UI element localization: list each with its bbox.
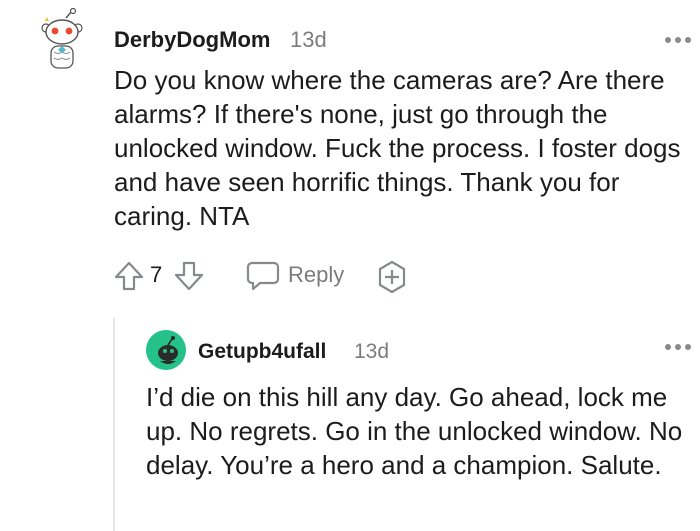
award-button[interactable]	[374, 259, 410, 295]
comment-age: 13d	[354, 340, 390, 363]
comment-body: I’d die on this hill any day. Go ahead, …	[146, 382, 683, 480]
upvote-button[interactable]	[112, 259, 146, 293]
downvote-arrow-icon	[174, 261, 204, 291]
avatar[interactable]	[36, 8, 88, 72]
comment-author[interactable]: Getupb4ufall	[198, 340, 326, 364]
downvote-button[interactable]	[172, 259, 206, 293]
upvote-arrow-icon	[114, 261, 144, 291]
speech-bubble-icon	[246, 261, 280, 291]
more-options-icon[interactable]	[665, 344, 691, 352]
reply-label: Reply	[288, 262, 345, 287]
vote-count: 7	[150, 262, 163, 287]
more-options-icon[interactable]	[665, 37, 691, 45]
comment-author[interactable]: DerbyDogMom	[114, 27, 270, 53]
comment-actions: 7 Reply	[112, 255, 432, 295]
reply-button[interactable]: Reply	[246, 257, 358, 293]
comment-age: 13d	[290, 27, 327, 52]
award-plus-icon	[378, 260, 406, 294]
comment-body: Do you know where the cameras are? Are t…	[114, 65, 681, 231]
comment: DerbyDogMom 13d Do you know where the ca…	[0, 0, 700, 300]
avatar[interactable]	[146, 330, 186, 370]
